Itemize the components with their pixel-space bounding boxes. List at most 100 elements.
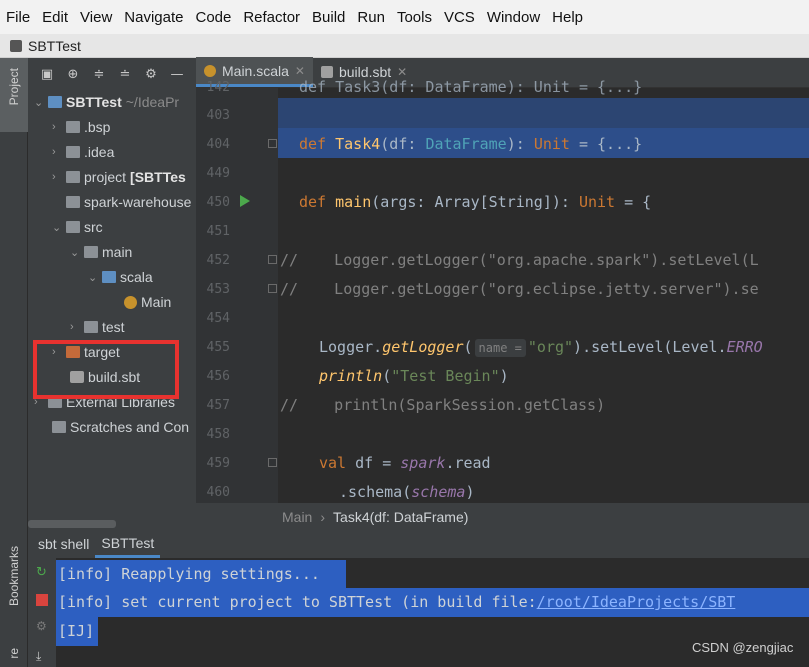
menu-tools[interactable]: Tools xyxy=(397,9,432,26)
menu-window[interactable]: Window xyxy=(487,9,540,26)
tree-item-project[interactable]: › project [SBTTes xyxy=(52,165,186,189)
run-gutter-icon[interactable] xyxy=(240,195,250,207)
chevron-right-icon[interactable]: › xyxy=(52,146,66,158)
line-number: 453 xyxy=(206,282,230,297)
tree-item-label: Main xyxy=(141,294,172,310)
line-number: 450 xyxy=(206,195,230,210)
code-text: (df: xyxy=(380,135,426,153)
code-text: ( xyxy=(382,367,392,385)
bookmarks-tool-label[interactable]: Bookmarks xyxy=(7,546,21,606)
structure-tool-label[interactable]: re xyxy=(7,648,21,659)
code-function: getLogger xyxy=(382,338,464,356)
code-text: ) xyxy=(499,367,509,385)
tree-item-bsp[interactable]: › .bsp xyxy=(52,115,110,139)
select-opened-file-icon[interactable]: ▣ xyxy=(38,67,56,82)
code-line-453: // Logger.getLogger("org.eclipse.jetty.s… xyxy=(280,280,759,298)
chevron-right-icon[interactable]: › xyxy=(52,171,66,183)
menu-refactor[interactable]: Refactor xyxy=(243,9,300,26)
menu-build[interactable]: Build xyxy=(312,9,345,26)
rerun-icon[interactable]: ↻ xyxy=(36,566,48,579)
build-file-link[interactable]: /root/IdeaProjects/SBT xyxy=(537,593,736,611)
breadcrumb-file[interactable]: Main xyxy=(282,509,312,525)
tab-sbttest[interactable]: SBTTest xyxy=(95,530,161,558)
locate-icon[interactable]: ⊕ xyxy=(64,67,82,82)
folder-icon xyxy=(84,321,98,333)
menu-run[interactable]: Run xyxy=(357,9,385,26)
tree-item-idea[interactable]: › .idea xyxy=(52,140,114,164)
fold-icon[interactable] xyxy=(268,284,277,293)
code-keyword: def xyxy=(299,193,336,211)
line-number: 455 xyxy=(206,340,230,355)
tree-root[interactable]: ⌄ SBTTest ~/IdeaPr xyxy=(34,90,179,114)
settings-icon[interactable]: ⚙ xyxy=(36,620,48,632)
project-tool-tab[interactable]: Project xyxy=(0,58,28,132)
project-horizontal-scrollbar[interactable] xyxy=(28,520,116,528)
project-toolbar: ▣ ⊕ ≑ ≐ ⚙ — xyxy=(28,58,196,90)
fold-icon[interactable] xyxy=(268,255,277,264)
code-field: ERRO xyxy=(726,338,763,356)
chevron-right-icon[interactable]: › xyxy=(52,121,66,133)
tree-item-main[interactable]: ⌄ main xyxy=(70,240,132,264)
fold-icon[interactable] xyxy=(268,139,277,148)
menu-help[interactable]: Help xyxy=(552,9,583,26)
console-line: [info] Reapplying settings... xyxy=(56,560,346,589)
tree-root-path: ~/IdeaPr xyxy=(125,94,180,110)
folder-icon xyxy=(66,196,80,208)
tree-root-name: SBTTest xyxy=(66,94,122,110)
annotation-highlight-box xyxy=(33,340,179,399)
menu-navigate[interactable]: Navigate xyxy=(124,9,183,26)
bottom-tool-tabs: sbt shell SBTTest xyxy=(28,530,809,558)
line-number: 456 xyxy=(206,369,230,384)
tree-item-src[interactable]: ⌄ src xyxy=(52,215,103,239)
code-field: schema xyxy=(411,483,466,501)
watermark: CSDN @zengjiac xyxy=(692,640,794,655)
menu-file[interactable]: File xyxy=(6,9,30,26)
tree-item-scala[interactable]: ⌄ scala xyxy=(88,265,153,289)
project-title[interactable]: SBTTest xyxy=(28,38,81,54)
code-text: = { xyxy=(615,193,652,211)
collapse-all-icon[interactable]: ≐ xyxy=(116,67,134,82)
line-number: 458 xyxy=(206,427,230,442)
chevron-down-icon[interactable]: ⌄ xyxy=(52,221,66,234)
code-line-455: Logger.getLogger(name = "org").setLevel(L… xyxy=(319,333,763,362)
line-number: 142 xyxy=(206,80,230,95)
menu-vcs[interactable]: VCS xyxy=(444,9,475,26)
chevron-down-icon[interactable]: ⌄ xyxy=(70,246,84,259)
tree-item-module-tag: [SBTTes xyxy=(130,169,186,185)
code-line-456: println("Test Begin") xyxy=(319,362,509,391)
tree-item-spark-warehouse[interactable]: spark-warehouse xyxy=(66,190,191,214)
code-line-452: // Logger.getLogger("org.apache.spark").… xyxy=(280,251,759,269)
scroll-to-end-icon[interactable]: ⤓ xyxy=(36,650,48,662)
tab-sbt-shell[interactable]: sbt shell xyxy=(32,530,95,558)
minimize-icon[interactable]: — xyxy=(168,67,186,82)
tree-item-scratches[interactable]: Scratches and Con xyxy=(52,415,189,439)
tree-item-main-class[interactable]: Main xyxy=(124,290,171,314)
breadcrumb-separator: › xyxy=(320,508,326,525)
tree-item-label: test xyxy=(102,319,125,335)
console-text: [info] set current project to SBTTest (i… xyxy=(58,593,537,611)
chevron-down-icon[interactable]: ⌄ xyxy=(34,96,48,109)
chevron-right-icon[interactable]: › xyxy=(70,321,84,333)
gear-icon[interactable]: ⚙ xyxy=(142,67,160,82)
tree-item-label: main xyxy=(102,244,133,260)
breadcrumb-current[interactable]: Task4(df: DataFrame) xyxy=(333,509,468,525)
folder-icon xyxy=(66,171,80,183)
code-text: .schema( xyxy=(339,483,412,501)
left-tool-stripe: Project Bookmarks re xyxy=(0,58,28,667)
scala-object-icon xyxy=(124,295,137,309)
fold-icon[interactable] xyxy=(268,458,277,467)
project-tool-label: Project xyxy=(7,68,21,106)
code-keyword: def xyxy=(299,135,336,153)
menu-view[interactable]: View xyxy=(80,9,112,26)
code-text: ).setLevel(Level. xyxy=(573,338,727,356)
menu-edit[interactable]: Edit xyxy=(42,9,68,26)
tree-item-label: .idea xyxy=(84,144,115,160)
tree-item-test[interactable]: › test xyxy=(70,315,125,339)
code-line-142: def Task3(df: DataFrame): Unit = {...} xyxy=(299,78,643,96)
scratches-icon xyxy=(52,421,66,433)
expand-all-icon[interactable]: ≑ xyxy=(90,67,108,82)
chevron-down-icon[interactable]: ⌄ xyxy=(88,271,102,284)
menu-code[interactable]: Code xyxy=(195,9,231,26)
stop-icon[interactable] xyxy=(36,594,48,606)
source-folder-icon xyxy=(102,271,116,283)
